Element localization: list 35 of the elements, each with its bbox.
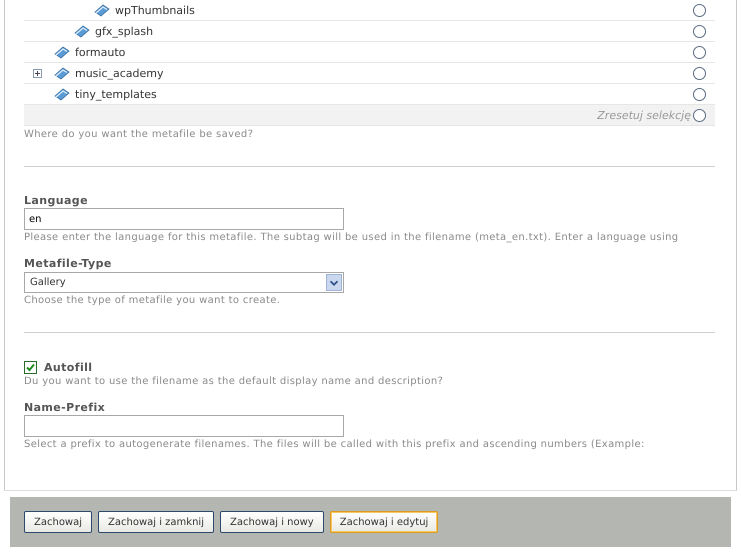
button[interactable]: Zachowaj i edytuj bbox=[330, 511, 438, 533]
folder-icon bbox=[54, 45, 70, 59]
folder-icon bbox=[54, 87, 70, 101]
radio-button[interactable] bbox=[693, 24, 706, 38]
hint-text: Please enter the language for this metafile. The subtag will be used in the filename (meta_en.txt). Enter a language using bbox=[24, 232, 680, 243]
hint-text: Choose the type of metafile you want to create. bbox=[24, 295, 282, 306]
expand-icon[interactable] bbox=[33, 68, 42, 78]
tree-item[interactable]: tiny_templates bbox=[75, 88, 693, 100]
checkbox-label: Autofill bbox=[44, 361, 92, 374]
input-field[interactable]: en bbox=[24, 208, 344, 230]
input-field[interactable] bbox=[24, 415, 344, 437]
tree-item[interactable]: wpThumbnails bbox=[115, 4, 693, 16]
button[interactable]: Zachowaj bbox=[24, 511, 92, 533]
folder-icon bbox=[94, 3, 110, 17]
hint-text: Select a prefix to autogenerate filenames. The files will be called with this prefix and ascending numbers (Example: bbox=[24, 439, 646, 450]
radio-button[interactable] bbox=[693, 108, 706, 122]
dropdown[interactable]: Gallery bbox=[24, 272, 344, 293]
button[interactable]: Zachowaj i zamknij bbox=[98, 511, 214, 533]
radio-button[interactable] bbox=[693, 66, 706, 80]
tree-item[interactable]: gfx_splash bbox=[95, 24, 693, 38]
button[interactable]: Zachowaj i nowy bbox=[220, 511, 324, 533]
folder-icon bbox=[54, 66, 70, 80]
field-label: Language bbox=[24, 194, 89, 207]
hint-text: Where do you want the metafile be saved? bbox=[24, 129, 254, 140]
tree-item[interactable]: formauto bbox=[75, 46, 693, 58]
dropdown-value: Gallery bbox=[30, 277, 66, 288]
tree-item[interactable]: music_academy bbox=[75, 66, 693, 80]
field-label: Name-Prefix bbox=[24, 401, 106, 414]
radio-button[interactable] bbox=[693, 88, 706, 100]
field-label: Metafile-Type bbox=[24, 257, 113, 270]
hint-text: Du you want to use the filename as the default display name and description? bbox=[24, 376, 444, 387]
radio-button[interactable] bbox=[693, 4, 706, 16]
radio-button[interactable] bbox=[693, 46, 706, 58]
checkbox[interactable] bbox=[24, 361, 37, 374]
folder-icon bbox=[74, 24, 90, 38]
